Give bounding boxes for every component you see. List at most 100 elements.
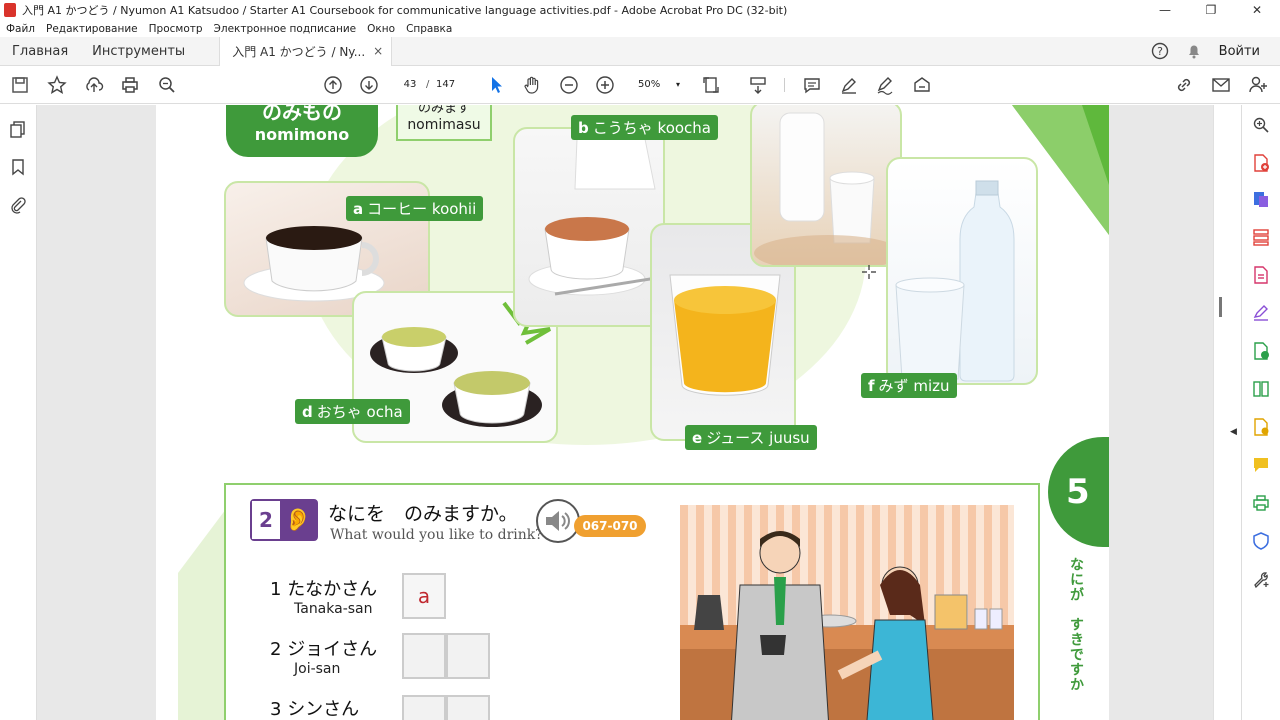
- hand-tool-icon[interactable]: [521, 74, 543, 96]
- question-3: 3 シンさん: [270, 695, 359, 720]
- page-up-icon[interactable]: [322, 74, 344, 96]
- pages-thumbnail-icon[interactable]: [8, 119, 28, 139]
- link-icon[interactable]: [1173, 74, 1195, 96]
- question-1-jp: たなかさん: [287, 579, 378, 600]
- label-water-ro: mizu: [913, 377, 950, 395]
- send-for-review-icon[interactable]: [1251, 417, 1271, 437]
- tab-close-button[interactable]: ×: [373, 44, 383, 58]
- search-icon[interactable]: [156, 74, 178, 96]
- bell-icon[interactable]: [1185, 42, 1203, 60]
- zoom-out-icon[interactable]: [558, 74, 580, 96]
- question-3-jp: シンさん: [287, 699, 360, 720]
- attachment-icon[interactable]: [8, 195, 28, 215]
- header-japanese: のみもの: [262, 105, 342, 124]
- menu-window[interactable]: Окно: [367, 23, 395, 35]
- menu-file[interactable]: Файл: [6, 23, 35, 35]
- scrollbar-thumb[interactable]: [1219, 297, 1222, 317]
- toolbar: 43 / 147 50% ▾: [0, 66, 1280, 104]
- label-juice: e ジュース juusu: [685, 425, 817, 450]
- compare-files-icon[interactable]: [1251, 379, 1271, 399]
- fit-page-icon[interactable]: [700, 74, 722, 96]
- label-water-letter: f: [868, 377, 875, 395]
- zoom-in-icon[interactable]: [594, 74, 616, 96]
- sign-icon[interactable]: [874, 74, 896, 96]
- label-juice-jp: ジュース: [706, 429, 765, 447]
- menu-help[interactable]: Справка: [406, 23, 452, 35]
- help-icon[interactable]: ?: [1151, 42, 1169, 60]
- label-black-tea-jp: こうちゃ: [592, 119, 653, 137]
- label-water: f みず mizu: [861, 373, 957, 398]
- login-button[interactable]: Войти: [1219, 44, 1260, 59]
- tab-home[interactable]: Главная: [0, 37, 80, 66]
- more-tools-icon[interactable]: [1251, 569, 1271, 589]
- answer-box-1: a: [402, 573, 446, 619]
- export-pdf-icon[interactable]: [1251, 189, 1271, 209]
- title-bar: 入門 A1 かつどう / Nyumon A1 Katsudoo / Starte…: [0, 0, 1280, 20]
- exercise-box: 2 👂 なにを のみますか。 What would you like to dr…: [224, 483, 1040, 720]
- comment-icon[interactable]: [801, 74, 823, 96]
- answer-box-2b: [446, 633, 490, 679]
- menu-view[interactable]: Просмотр: [149, 23, 203, 35]
- right-tools-panel: [1241, 105, 1280, 720]
- comment-tool-icon[interactable]: [1251, 455, 1271, 475]
- cloud-upload-icon[interactable]: [83, 74, 105, 96]
- label-green-tea-letter: d: [302, 403, 313, 421]
- email-icon[interactable]: [1210, 74, 1232, 96]
- tab-tools[interactable]: Инструменты: [80, 37, 197, 66]
- bookmark-icon[interactable]: [8, 157, 28, 177]
- maximize-button[interactable]: ❐: [1188, 3, 1234, 17]
- question-1: 1 たなかさん Tanaka-san: [270, 575, 377, 617]
- page-down-icon[interactable]: [358, 74, 380, 96]
- print-production-icon[interactable]: [1251, 493, 1271, 513]
- highlight-pen-icon[interactable]: [838, 74, 860, 96]
- left-navigation-panel: [0, 105, 37, 720]
- menu-esign[interactable]: Электронное подписание: [214, 23, 357, 35]
- document-view[interactable]: のみもの nomimono のみます nomimasu a コーヒー koohii: [37, 105, 1213, 720]
- header-romaji: nomimono: [254, 125, 350, 144]
- question-3-number: 3: [270, 699, 282, 720]
- label-green-tea: d おちゃ ocha: [295, 399, 410, 424]
- vertical-scrollbar[interactable]: [1213, 105, 1227, 720]
- protect-shield-icon[interactable]: [1251, 531, 1271, 551]
- section-header-nomimono: のみもの nomimono: [226, 105, 378, 157]
- tab-document[interactable]: 入門 A1 かつどう / Ny... ×: [219, 36, 393, 66]
- answer-box-3a: [402, 695, 446, 720]
- label-coffee-ro: koohii: [431, 200, 477, 218]
- zoom-select[interactable]: 50% ▾: [632, 75, 686, 95]
- label-green-tea-ro: ocha: [366, 403, 403, 421]
- share-stamp-icon[interactable]: [911, 74, 933, 96]
- cafe-illustration: [680, 505, 1014, 720]
- edit-pdf-icon[interactable]: [1251, 265, 1271, 285]
- select-cursor-icon[interactable]: [485, 74, 507, 96]
- ear-icon: 👂: [280, 501, 316, 539]
- minimize-button[interactable]: —: [1142, 3, 1188, 17]
- label-coffee-letter: a: [353, 200, 364, 218]
- save-icon[interactable]: [9, 74, 31, 96]
- audio-track-badge: 067-070: [574, 515, 646, 537]
- photo-milk: [750, 105, 902, 267]
- close-window-button[interactable]: ✕: [1234, 3, 1280, 17]
- speaker-icon: [536, 499, 580, 543]
- page-total: 147: [436, 79, 456, 90]
- fill-sign-icon[interactable]: [1251, 303, 1271, 323]
- label-water-jp: みず: [878, 377, 909, 395]
- combine-files-icon[interactable]: [1251, 341, 1271, 361]
- photo-black-tea: [513, 127, 665, 327]
- create-pdf-icon[interactable]: [1251, 153, 1271, 173]
- print-icon[interactable]: [119, 74, 141, 96]
- right-panel-toggle-icon[interactable]: ◀: [1230, 427, 1237, 437]
- question-2: 2 ジョイさん Joi-san: [270, 635, 377, 677]
- zoom-search-icon[interactable]: [1251, 115, 1271, 135]
- question-1-number: 1: [270, 579, 282, 600]
- scroll-mode-icon[interactable]: [747, 74, 769, 96]
- page-number-input[interactable]: 43: [396, 75, 424, 95]
- organize-pages-icon[interactable]: [1251, 227, 1271, 247]
- question-1-romaji: Tanaka-san: [294, 601, 373, 617]
- pdf-page: のみもの nomimono のみます nomimasu a コーヒー koohii: [156, 105, 1109, 720]
- verb-box-nomimasu: のみます nomimasu: [396, 105, 492, 141]
- label-coffee: a コーヒー koohii: [346, 196, 484, 221]
- star-icon[interactable]: [46, 74, 68, 96]
- verb-romaji: nomimasu: [407, 117, 481, 133]
- menu-edit[interactable]: Редактирование: [46, 23, 138, 35]
- add-user-icon[interactable]: [1247, 74, 1269, 96]
